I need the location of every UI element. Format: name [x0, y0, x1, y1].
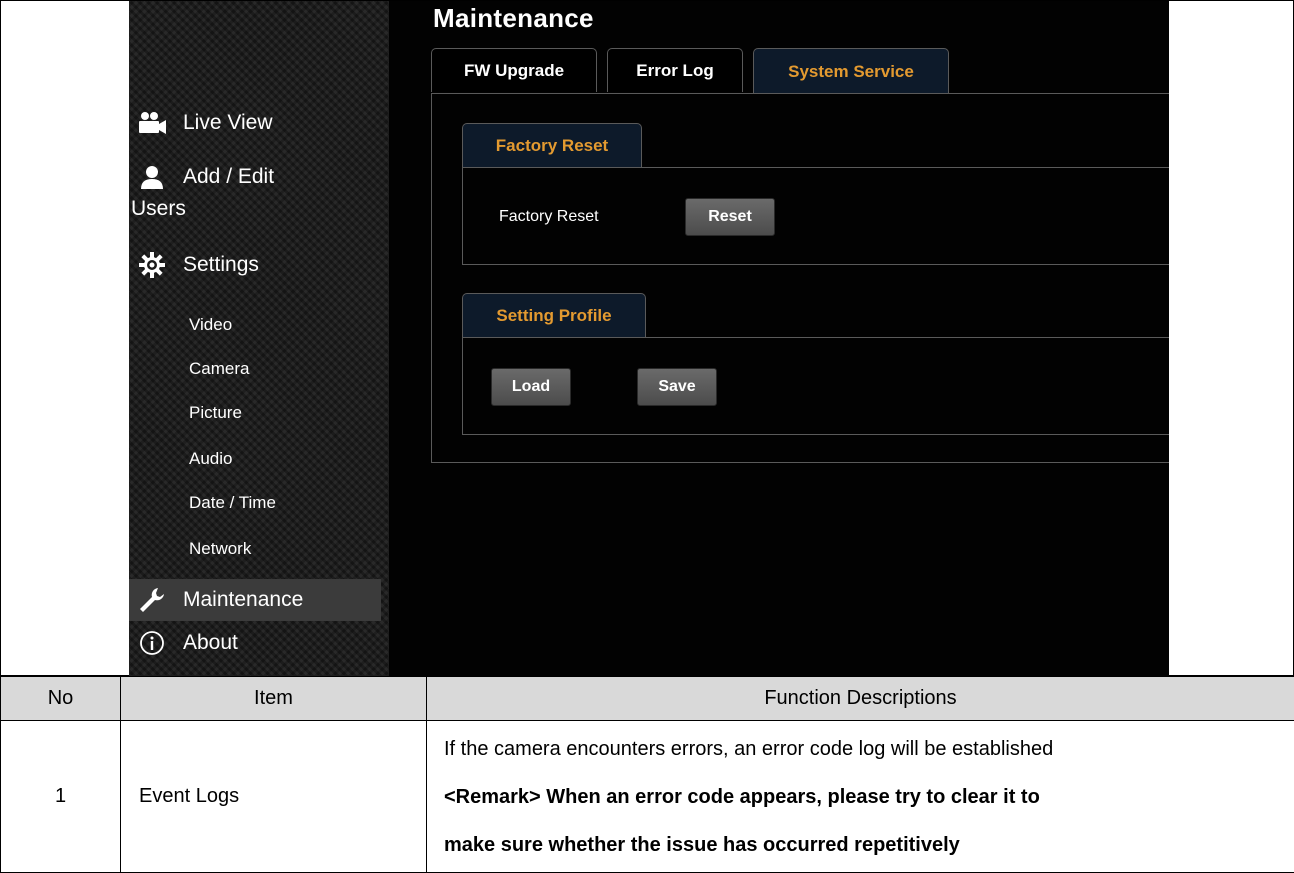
table-header-item: Item — [121, 677, 427, 721]
tab-system-service[interactable]: System Service — [753, 48, 949, 94]
nav-users-label: Users — [131, 197, 377, 221]
nav-maintenance[interactable]: Maintenance — [129, 579, 381, 621]
function-description-table: No Item Function Descriptions 1 Event Lo… — [0, 676, 1294, 873]
table-cell-no: 1 — [1, 721, 121, 873]
nav-live-view-label: Live View — [183, 111, 273, 135]
sidebar-item-video[interactable]: Video — [189, 315, 232, 335]
tab-fw-upgrade[interactable]: FW Upgrade — [431, 48, 597, 92]
table-header-row: No Item Function Descriptions — [1, 677, 1294, 721]
sidebar-item-network[interactable]: Network — [189, 539, 251, 559]
main-panel: Maintenance FW Upgrade Error Log System … — [431, 1, 1169, 677]
nav-settings-label: Settings — [183, 253, 259, 277]
setting-profile-body: Load Save — [462, 337, 1169, 435]
sidebar: Live View Add / Edit Users — [129, 1, 389, 677]
page-title: Maintenance — [433, 3, 594, 34]
table-cell-item: Event Logs — [121, 721, 427, 873]
factory-reset-group-label: Factory Reset — [462, 123, 642, 167]
nav-add-edit-label: Add / Edit — [183, 165, 274, 189]
info-icon — [137, 629, 167, 657]
sidebar-item-date-time[interactable]: Date / Time — [189, 493, 276, 513]
setting-profile-group-label: Setting Profile — [462, 293, 646, 337]
user-icon — [137, 163, 167, 191]
setting-profile-group: Setting Profile Load Save — [462, 293, 1169, 435]
nav-about-label: About — [183, 631, 238, 655]
description-line: If the camera encounters errors, an erro… — [444, 725, 1293, 773]
factory-reset-body: Factory Reset Reset — [462, 167, 1169, 265]
sidebar-item-picture[interactable]: Picture — [189, 403, 242, 423]
video-camera-icon — [137, 109, 167, 137]
table-cell-description: If the camera encounters errors, an erro… — [427, 721, 1294, 873]
load-button[interactable]: Load — [491, 368, 571, 406]
table-header-no: No — [1, 677, 121, 721]
tab-error-log[interactable]: Error Log — [607, 48, 743, 92]
description-remark-line: make sure whether the issue has occurred… — [444, 821, 1293, 869]
sidebar-item-camera[interactable]: Camera — [189, 359, 249, 379]
sidebar-item-audio[interactable]: Audio — [189, 449, 232, 469]
nav-about[interactable]: About — [137, 629, 238, 657]
document-page: Live View Add / Edit Users — [0, 0, 1294, 872]
wrench-icon — [137, 585, 167, 615]
nav-maintenance-label: Maintenance — [183, 588, 303, 612]
nav-live-view[interactable]: Live View — [137, 109, 273, 137]
description-remark-line: <Remark> When an error code appears, ple… — [444, 773, 1293, 821]
factory-reset-group: Factory Reset Factory Reset Reset — [462, 123, 1169, 265]
factory-reset-row-label: Factory Reset — [499, 208, 599, 226]
system-service-panel: Factory Reset Factory Reset Reset Settin… — [431, 93, 1169, 463]
table-row: 1 Event Logs If the camera encounters er… — [1, 721, 1294, 873]
save-button[interactable]: Save — [637, 368, 717, 406]
nav-add-edit-users[interactable]: Add / Edit Users — [137, 163, 377, 221]
nav-settings[interactable]: Settings — [137, 251, 259, 279]
camera-web-ui-screenshot: Live View Add / Edit Users — [129, 1, 1169, 677]
table-header-function-descriptions: Function Descriptions — [427, 677, 1294, 721]
reset-button[interactable]: Reset — [685, 198, 775, 236]
screenshot-cell: Live View Add / Edit Users — [0, 0, 1294, 676]
gear-icon — [137, 251, 167, 279]
